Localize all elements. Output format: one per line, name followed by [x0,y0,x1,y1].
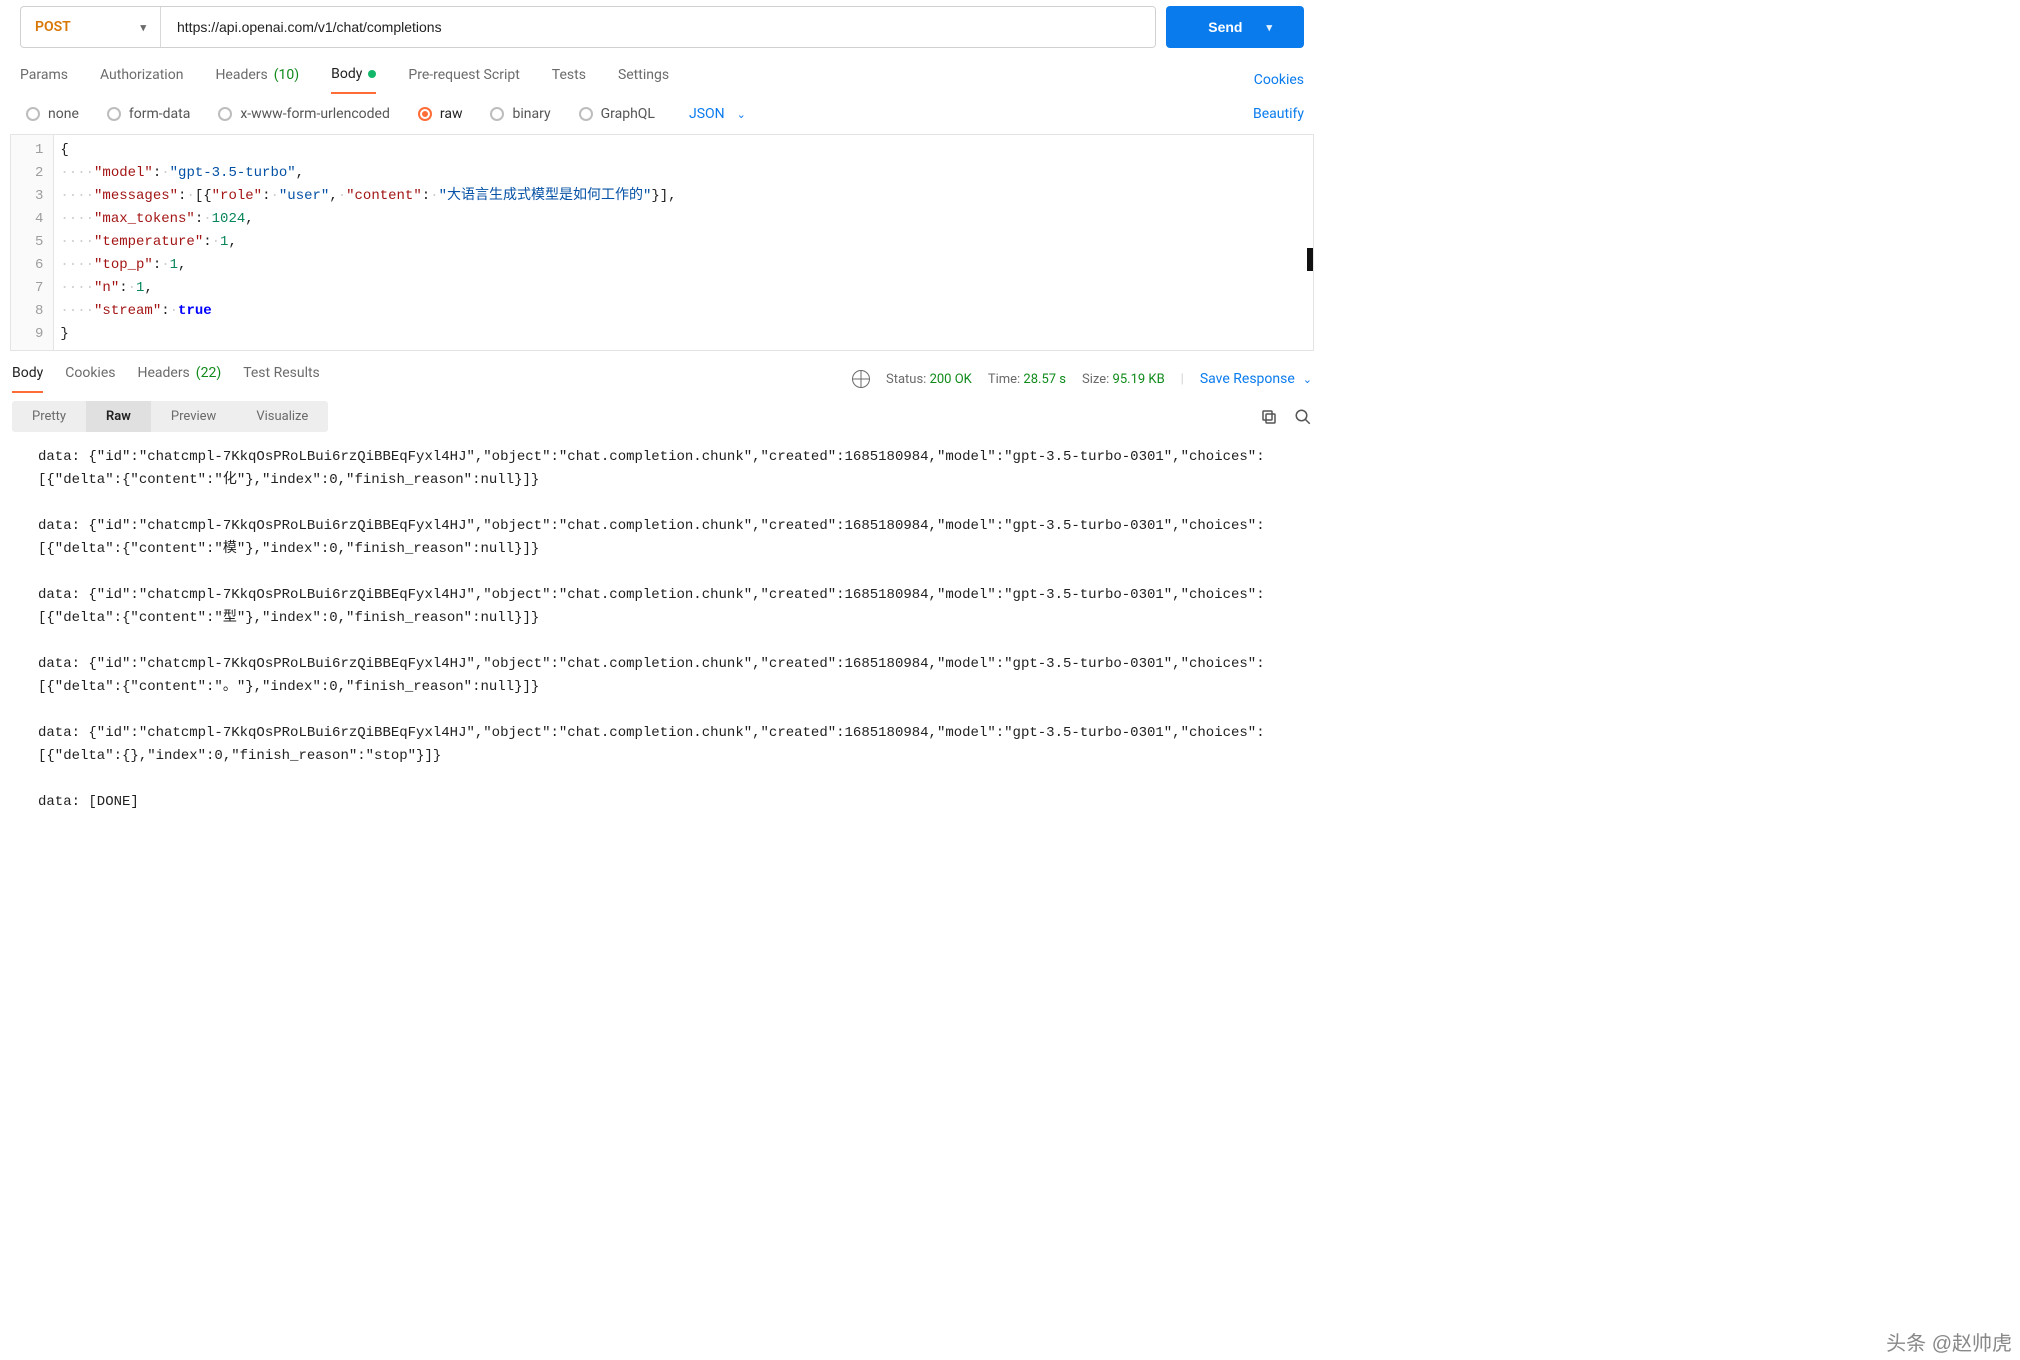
tab-authorization[interactable]: Authorization [100,66,183,94]
tab-tests[interactable]: Tests [552,66,586,94]
line-gutter: 123 456 789 [11,135,54,350]
view-mode-pretty[interactable]: Pretty [12,401,86,432]
body-type-form-data[interactable]: form-data [107,106,190,122]
response-body[interactable]: data: {"id":"chatcmpl-7KkqOsPRoLBui6rzQi… [0,440,1324,820]
cookies-link[interactable]: Cookies [1254,72,1304,88]
copy-icon[interactable] [1260,408,1278,426]
tab-prerequest-script[interactable]: Pre-request Script [408,66,519,94]
view-mode-raw[interactable]: Raw [86,401,151,432]
chevron-down-icon: ⌄ [1303,373,1312,386]
raw-format-select[interactable]: JSON ⌄ [689,106,746,122]
body-type-binary[interactable]: binary [490,106,550,122]
response-tab-test-results[interactable]: Test Results [243,365,320,393]
search-icon[interactable] [1294,408,1312,426]
request-body-editor[interactable]: 123 456 789 { ····"model":·"gpt-3.5-turb… [10,134,1314,351]
time-label: Time: 28.57 s [988,372,1066,387]
view-mode-visualize[interactable]: Visualize [236,401,328,432]
chevron-down-icon: ▾ [140,21,146,34]
url-group: POST ▾ [20,6,1156,48]
url-input[interactable] [161,7,1155,47]
tab-settings[interactable]: Settings [618,66,669,94]
save-response-button[interactable]: Save Response ⌄ [1200,371,1312,387]
view-mode-preview[interactable]: Preview [151,401,236,432]
body-type-raw[interactable]: raw [418,106,463,122]
body-type-graphql[interactable]: GraphQL [579,106,655,122]
modified-dot-icon [368,70,376,78]
status-label: Status: 200 OK [886,372,972,387]
chevron-down-icon: ⌄ [737,108,746,121]
code-area[interactable]: { ····"model":·"gpt-3.5-turbo", ····"mes… [54,135,1313,350]
cursor-indicator [1307,248,1313,271]
send-button[interactable]: Send ▾ [1166,6,1304,48]
tab-params[interactable]: Params [20,66,68,94]
tab-body[interactable]: Body [331,66,376,94]
view-mode-selector: Pretty Raw Preview Visualize [12,401,328,432]
body-type-none[interactable]: none [26,106,79,122]
watermark-text: 头条 @赵帅虎 [1886,1327,2012,1356]
size-label: Size: 95.19 KB [1082,372,1165,387]
send-label: Send [1208,19,1242,35]
response-tab-body[interactable]: Body [12,365,43,393]
beautify-link[interactable]: Beautify [1253,106,1304,122]
response-tab-cookies[interactable]: Cookies [65,365,115,393]
method-label: POST [35,19,71,35]
chevron-down-icon[interactable]: ▾ [1266,21,1272,34]
globe-icon[interactable] [852,370,870,388]
body-type-urlencoded[interactable]: x-www-form-urlencoded [218,106,390,122]
method-select[interactable]: POST ▾ [21,7,161,47]
response-tab-headers[interactable]: Headers (22) [137,365,221,393]
tab-headers[interactable]: Headers (10) [215,66,299,94]
